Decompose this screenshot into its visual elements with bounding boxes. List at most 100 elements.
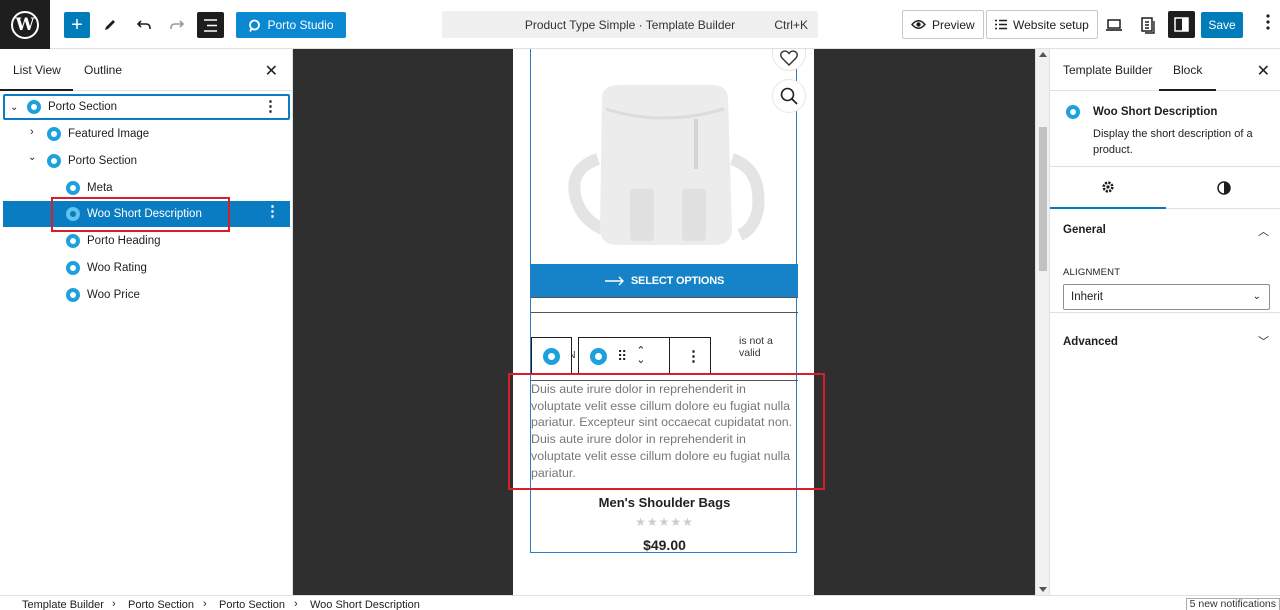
- chevron-down-icon[interactable]: ⌄: [28, 152, 36, 163]
- right-panel-tabs: Template Builder Block ✕: [1050, 49, 1280, 91]
- settings-sidebar-toggle-icon[interactable]: [1168, 11, 1195, 38]
- list-item[interactable]: › Featured Image: [3, 121, 290, 147]
- general-toggle[interactable]: General: [1063, 224, 1106, 236]
- page-settings-icon[interactable]: [1137, 14, 1159, 36]
- porto-studio-label: Porto Studio: [267, 18, 334, 32]
- options-icon[interactable]: ⋮: [265, 204, 280, 219]
- list-item-label: Porto Section: [68, 155, 138, 167]
- scrollbar-thumb[interactable]: [1039, 127, 1047, 271]
- options-icon[interactable]: ⋮: [263, 99, 278, 114]
- parent-block-selector[interactable]: [531, 337, 572, 375]
- undo-icon[interactable]: [131, 12, 157, 38]
- block-toolbar: ⠿ ⌃ ⌄ ⋮: [578, 337, 711, 375]
- top-toolbar: W + Porto Studio Product Type Simple · T…: [0, 0, 1280, 49]
- block-options-icon[interactable]: ⋮: [686, 347, 701, 365]
- close-icon[interactable]: ✕: [265, 61, 278, 81]
- highlight-box: [51, 197, 230, 232]
- document-title: Product Type Simple · Template Builder: [524, 18, 736, 32]
- template-page: SELECT OPTIONS r N is not a valid ⠿ ⌃ ⌄ …: [508, 49, 825, 595]
- product-title[interactable]: Men's Shoulder Bags: [531, 495, 798, 510]
- website-setup-button[interactable]: Website setup: [986, 10, 1098, 39]
- select-options-label: SELECT OPTIONS: [630, 274, 725, 287]
- drag-handle-icon[interactable]: ⠿: [617, 348, 627, 365]
- porto-studio-button[interactable]: Porto Studio: [236, 12, 346, 38]
- zoom-search-icon[interactable]: [772, 79, 806, 113]
- move-down-icon[interactable]: ⌄: [636, 355, 645, 366]
- product-price[interactable]: $49.00: [531, 537, 798, 553]
- pencil-tool-icon[interactable]: [97, 12, 123, 38]
- add-block-button[interactable]: +: [64, 12, 90, 38]
- alignment-value: Inherit: [1071, 291, 1103, 303]
- close-icon[interactable]: ✕: [1257, 61, 1270, 81]
- scroll-up-icon[interactable]: [1039, 52, 1047, 57]
- breadcrumb-separator-icon: ›: [203, 598, 207, 610]
- editor-canvas: SELECT OPTIONS r N is not a valid ⠿ ⌃ ⌄ …: [293, 49, 1035, 595]
- list-item[interactable]: Woo Rating: [3, 255, 290, 281]
- chevron-right-icon[interactable]: ›: [30, 126, 34, 138]
- tab-block[interactable]: Block: [1158, 63, 1217, 91]
- list-item[interactable]: Woo Price: [3, 282, 290, 308]
- tab-list-view[interactable]: List View: [0, 63, 73, 91]
- porto-block-icon: [47, 127, 61, 141]
- tab-styles[interactable]: [1166, 167, 1280, 209]
- featured-image[interactable]: [562, 79, 768, 253]
- list-item[interactable]: ⌄ Porto Section: [3, 148, 290, 174]
- advanced-section: Advanced ﹀: [1050, 313, 1280, 370]
- scroll-down-icon[interactable]: [1039, 587, 1047, 592]
- more-options-icon[interactable]: [1257, 11, 1279, 33]
- chevron-down-icon: ⌄: [1252, 291, 1261, 302]
- porto-block-icon: [47, 154, 61, 168]
- breadcrumb-separator-icon: ›: [294, 598, 298, 610]
- divider: [531, 297, 798, 298]
- heart-icon[interactable]: [772, 49, 806, 71]
- document-overview-icon[interactable]: [197, 12, 224, 38]
- advanced-toggle[interactable]: Advanced: [1063, 336, 1118, 348]
- porto-block-icon: [1066, 105, 1080, 119]
- alignment-select[interactable]: Inherit ⌄: [1063, 284, 1270, 310]
- block-breadcrumb: Template Builder › Porto Section › Porto…: [0, 595, 1280, 610]
- canvas-scrollbar[interactable]: [1035, 49, 1049, 595]
- block-card: Woo Short Description Display the short …: [1050, 91, 1280, 167]
- notifications-badge[interactable]: 5 new notifications: [1185, 598, 1280, 610]
- left-panel-tabs: List View Outline ✕: [0, 49, 292, 91]
- list-item[interactable]: ⌄ Porto Section ⋮: [3, 94, 290, 120]
- chevron-up-icon[interactable]: ︿: [1258, 223, 1269, 239]
- block-settings-panel: Template Builder Block ✕ Woo Short Descr…: [1049, 49, 1280, 595]
- porto-block-icon: [27, 100, 41, 114]
- desktop-view-icon[interactable]: [1103, 14, 1125, 36]
- breadcrumb-item-current: Woo Short Description: [310, 599, 420, 610]
- block-description: Display the short description of a produ…: [1093, 128, 1253, 156]
- list-icon: [995, 19, 1007, 30]
- chevron-down-icon[interactable]: ﹀: [1258, 333, 1269, 349]
- eye-icon: [911, 20, 926, 29]
- alignment-label: ALIGNMENT: [1063, 267, 1121, 278]
- breadcrumb-separator-icon: ›: [112, 598, 116, 610]
- divider: [531, 312, 798, 313]
- tab-outline[interactable]: Outline: [84, 63, 122, 77]
- preview-button[interactable]: Preview: [902, 10, 984, 39]
- arrow-right-icon: [604, 276, 624, 285]
- block-type-icon[interactable]: [590, 347, 607, 365]
- save-button[interactable]: Save: [1201, 12, 1243, 38]
- block-name: Woo Short Description: [1093, 106, 1218, 118]
- tab-template-builder[interactable]: Template Builder: [1063, 63, 1152, 77]
- list-item-label: Woo Price: [87, 289, 140, 301]
- command-shortcut: Ctrl+K: [774, 18, 808, 32]
- general-section: General ︿ ALIGNMENT Inherit ⌄: [1050, 209, 1280, 313]
- porto-block-icon: [543, 347, 560, 365]
- breadcrumb-item[interactable]: Porto Section: [219, 599, 285, 610]
- list-item-label: Featured Image: [68, 128, 150, 140]
- list-item-label: Porto Section: [48, 101, 118, 113]
- breadcrumb-item[interactable]: Template Builder: [22, 599, 104, 610]
- star-rating: ★★★★★: [635, 515, 694, 529]
- select-options-button[interactable]: SELECT OPTIONS: [531, 264, 798, 297]
- chevron-down-icon[interactable]: ⌄: [10, 102, 18, 113]
- breadcrumb-item[interactable]: Porto Section: [128, 599, 194, 610]
- list-item[interactable]: Porto Heading: [3, 228, 290, 254]
- redo-icon[interactable]: [164, 12, 190, 38]
- wordpress-logo-icon[interactable]: W: [0, 0, 50, 49]
- meta-text: is not a valid: [739, 335, 773, 359]
- command-palette-button[interactable]: Product Type Simple · Template Builder C…: [442, 11, 818, 38]
- tab-settings[interactable]: [1050, 167, 1166, 209]
- porto-block-icon: [66, 181, 80, 195]
